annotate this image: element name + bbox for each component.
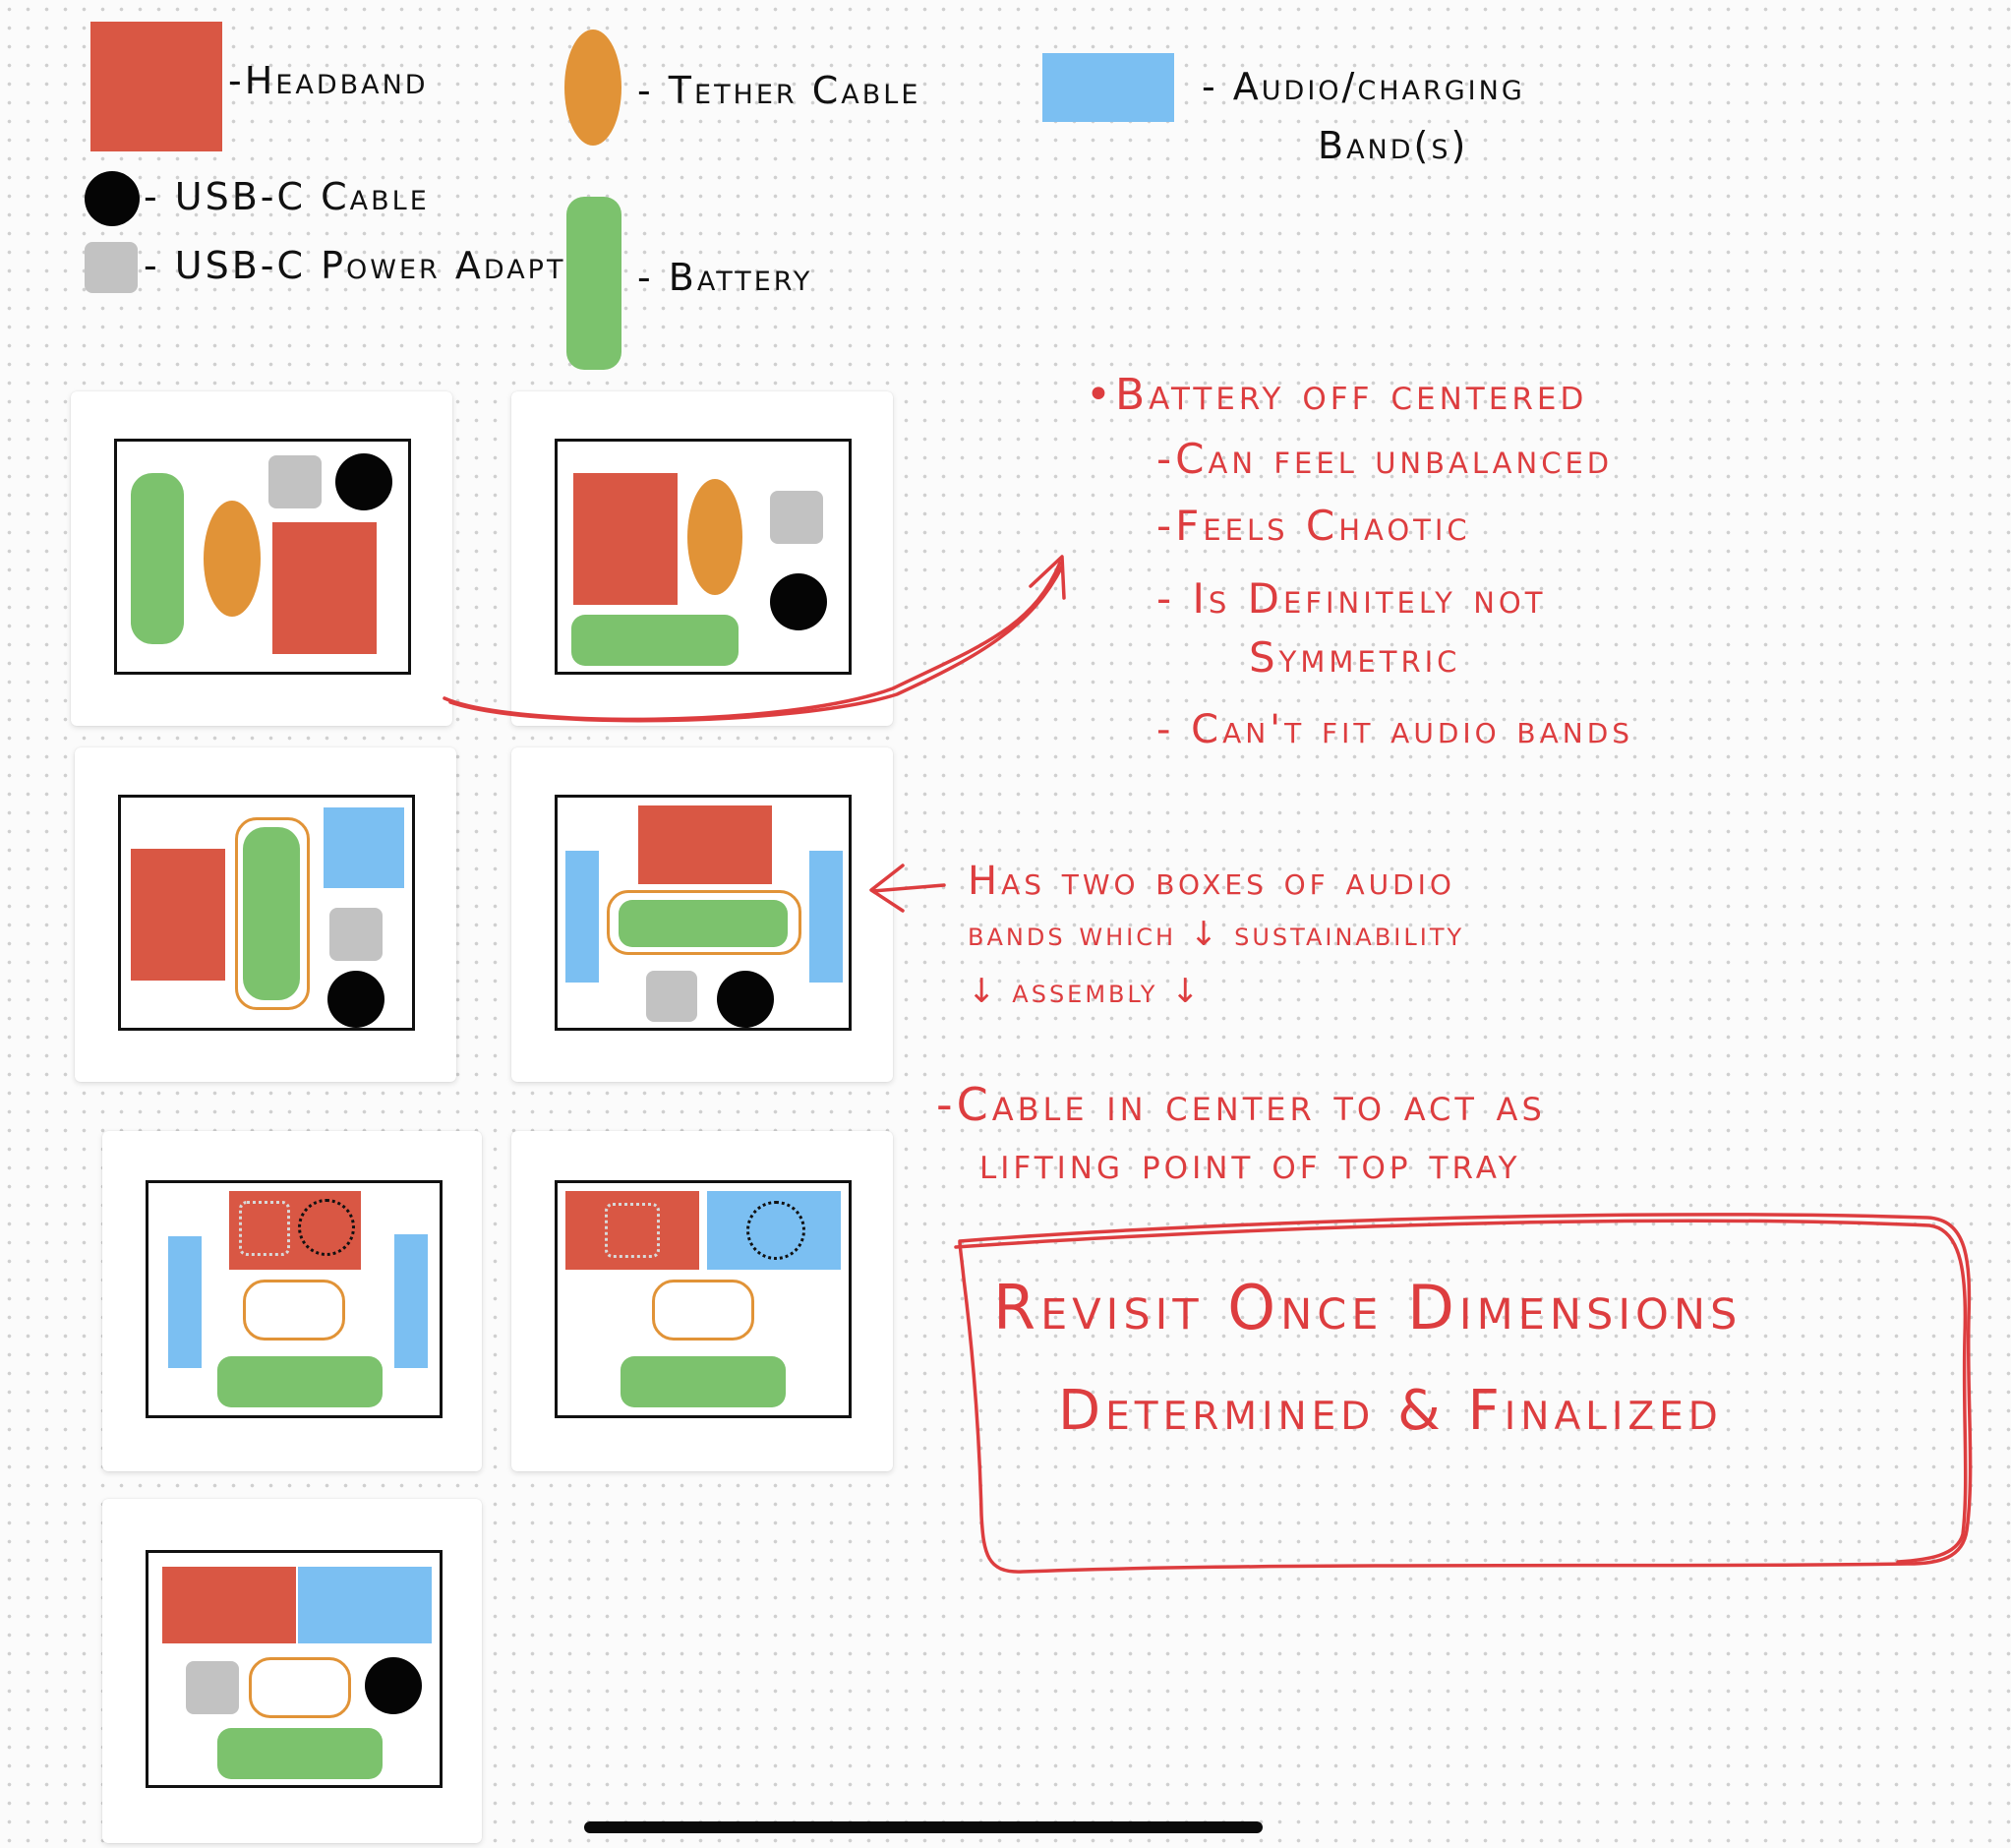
note-cant-fit-audio-bands: - Can't fit audio bands bbox=[1156, 707, 1634, 752]
revisit-line-2: Determined & Finalized bbox=[1058, 1379, 1723, 1443]
note-feels-chaotic: -Feels Chaotic bbox=[1156, 502, 1471, 550]
note-two-boxes-1: Has two boxes of audio bbox=[968, 859, 1455, 904]
note-can-feel-unbalanced: -Can feel unbalanced bbox=[1156, 435, 1614, 483]
note-two-boxes-2: bands which ↓ sustainability bbox=[968, 915, 1465, 954]
annotation-arrow-curve-2 bbox=[448, 565, 1064, 723]
note-not-symmetric-2: Symmetric bbox=[1249, 633, 1461, 682]
note-not-symmetric-1: - Is Definitely not bbox=[1156, 574, 1547, 623]
revisit-line-1: Revisit Once Dimensions bbox=[993, 1272, 1743, 1343]
annotation-arrow-curve bbox=[443, 561, 1062, 722]
note-battery-off-centered: •Battery off centered bbox=[1086, 370, 1588, 420]
home-indicator-bar[interactable] bbox=[584, 1821, 1263, 1833]
annotation-left-arrow bbox=[871, 883, 946, 893]
note-cable-center-1: -Cable in center to act as bbox=[936, 1078, 1546, 1131]
note-cable-center-2: lifting point of top tray bbox=[979, 1139, 1521, 1189]
note-two-boxes-3: ↓ assembly ↓ bbox=[968, 972, 1203, 1011]
